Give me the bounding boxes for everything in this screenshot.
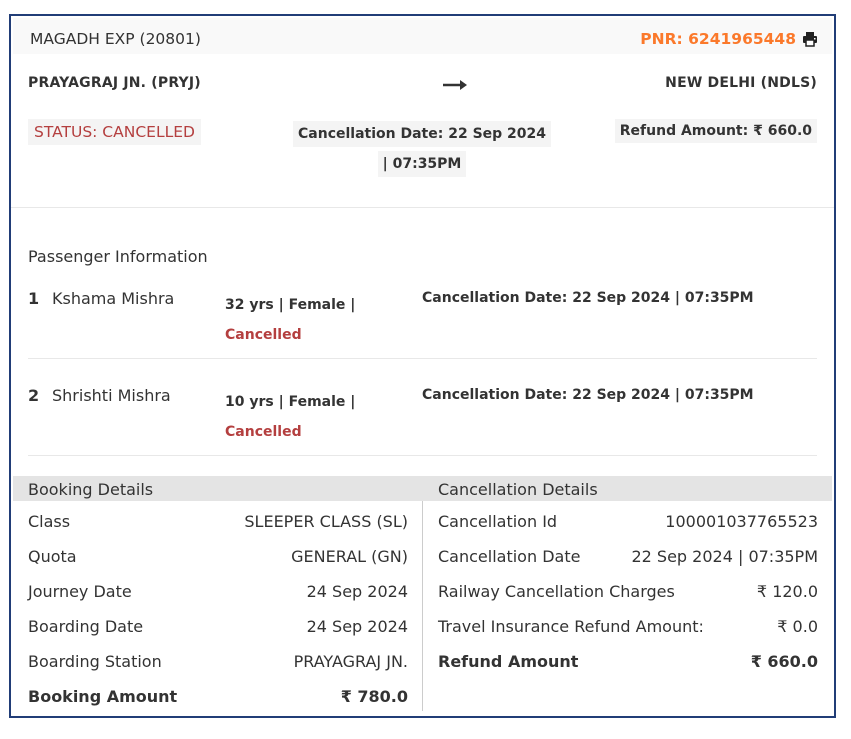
row-value: ₹ 660.0 [750,652,818,671]
passenger-divider [28,455,817,456]
cancellation-row-charges: Railway Cancellation Charges ₹ 120.0 [438,582,818,606]
row-value: PRAYAGRAJ JN. [293,652,408,671]
row-label: Travel Insurance Refund Amount: [438,617,704,636]
row-value: 24 Sep 2024 [306,582,408,601]
arrow-right-icon [443,80,467,90]
cancellation-row-date: Cancellation Date 22 Sep 2024 | 07:35PM [438,547,818,571]
cancellation-row-refund: Refund Amount ₹ 660.0 [438,652,818,676]
passenger-name: Kshama Mishra [52,289,175,308]
passenger-divider [28,358,817,359]
pnr-number: PNR: 6241965448 [640,30,796,48]
row-value: ₹ 120.0 [756,582,818,601]
booking-row-class: Class SLEEPER CLASS (SL) [28,512,408,536]
row-value: GENERAL (GN) [291,547,408,566]
row-label: Railway Cancellation Charges [438,582,675,601]
row-label: Cancellation Date [438,547,581,566]
passenger-age-gender: 10 yrs | Female | [225,394,356,410]
row-label: Refund Amount [438,652,579,671]
cancellation-row-insurance: Travel Insurance Refund Amount: ₹ 0.0 [438,617,818,641]
row-value: 24 Sep 2024 [306,617,408,636]
summary-refund-amount: Refund Amount: ₹ 660.0 [614,119,817,143]
cancellation-row-id: Cancellation Id 100001037765523 [438,512,818,536]
column-divider [422,501,423,711]
booking-card: MAGADH EXP (20801) PNR: 6241965448 PRAYA… [9,14,836,718]
booking-row-boarding-station: Boarding Station PRAYAGRAJ JN. [28,652,408,676]
summary-cancellation-date-text: Cancellation Date: 22 Sep 2024 | 07:35PM [293,121,552,177]
row-value: SLEEPER CLASS (SL) [244,512,408,531]
train-name: MAGADH EXP (20801) [30,30,201,48]
booking-row-boarding-date: Boarding Date 24 Sep 2024 [28,617,408,641]
passenger-name: Shrishti Mishra [52,386,171,405]
booking-row-amount: Booking Amount ₹ 780.0 [28,687,408,711]
row-value: 100001037765523 [665,512,818,531]
passenger-cancellation-date: Cancellation Date: 22 Sep 2024 | 07:35PM [422,387,754,403]
card-header: MAGADH EXP (20801) PNR: 6241965448 [13,18,832,54]
passenger-number: 2 [28,386,40,405]
passenger-status: Cancelled [225,327,302,343]
row-label: Quota [28,547,77,566]
passenger-number: 1 [28,289,40,308]
row-label: Boarding Date [28,617,144,636]
passenger-info-title: Passenger Information [28,247,208,266]
row-value: 22 Sep 2024 | 07:35PM [631,547,818,566]
to-station: NEW DELHI (NDLS) [665,75,817,91]
passenger-status: Cancelled [225,424,302,440]
cancellation-details-title: Cancellation Details [438,480,598,499]
row-label: Journey Date [28,582,132,601]
passenger-info: 32 yrs | Female | Cancelled [225,290,385,350]
passenger-info: 10 yrs | Female | Cancelled [225,387,385,447]
row-value: ₹ 0.0 [777,617,818,636]
printer-icon[interactable] [802,31,818,47]
row-label: Booking Amount [28,687,178,706]
booking-row-quota: Quota GENERAL (GN) [28,547,408,571]
passenger-cancellation-date: Cancellation Date: 22 Sep 2024 | 07:35PM [422,290,754,306]
row-label: Cancellation Id [438,512,558,531]
passenger-age-gender: 32 yrs | Female | [225,297,356,313]
from-station: PRAYAGRAJ JN. (PRYJ) [28,75,201,91]
booking-details-title: Booking Details [28,480,154,499]
booking-status: STATUS: CANCELLED [28,119,201,145]
section-divider [11,207,834,208]
row-label: Class [28,512,71,531]
booking-row-journey-date: Journey Date 24 Sep 2024 [28,582,408,606]
summary-cancellation-date: Cancellation Date: 22 Sep 2024 | 07:35PM [293,119,552,179]
row-value: ₹ 780.0 [340,687,408,706]
row-label: Boarding Station [28,652,162,671]
